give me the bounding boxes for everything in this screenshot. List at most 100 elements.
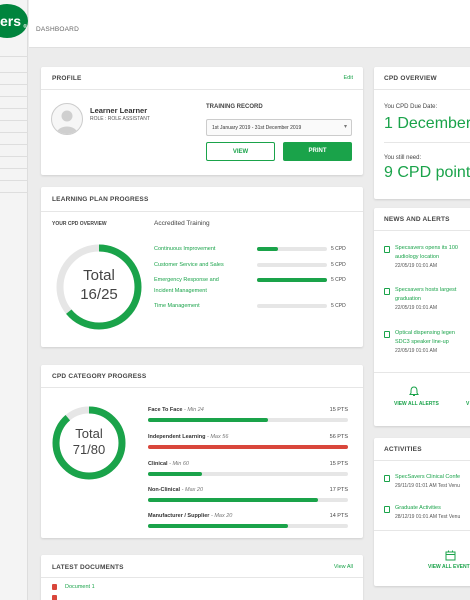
- sidebar-divider: [0, 180, 28, 181]
- category-points: 14 PTS: [329, 513, 348, 519]
- sidebar-divider: [0, 192, 28, 193]
- category-progress-fill: [148, 498, 318, 502]
- news-headline-line2[interactable]: SDC3 speaker line-up: [395, 339, 449, 345]
- view-all-news-link[interactable]: V: [466, 401, 469, 407]
- sidebar-divider: [0, 56, 28, 57]
- sidebar-divider: [0, 168, 28, 169]
- brand-logo-text: ers: [0, 13, 21, 29]
- donut-total-value: 16/25: [80, 286, 118, 303]
- category-name: Manufacturer / Supplier: [148, 513, 210, 519]
- profile-name: Learner Learner: [90, 106, 148, 115]
- news-headline[interactable]: Specsavers opens its 100: [395, 245, 458, 251]
- divider: [41, 89, 363, 90]
- category-points: 56 PTS: [329, 434, 348, 440]
- news-headline-line2[interactable]: audiology location: [395, 254, 439, 260]
- category-item: Face To Face - Min 24 15 PTS: [148, 407, 348, 422]
- divider: [374, 89, 470, 90]
- cpd-need-label: You still need:: [384, 155, 422, 161]
- pdf-icon: [52, 595, 57, 600]
- news-icon: [384, 246, 390, 253]
- pdf-icon: [52, 584, 57, 590]
- category-points: 15 PTS: [329, 407, 348, 413]
- divider: [384, 142, 470, 143]
- avatar: [51, 103, 83, 135]
- view-button[interactable]: VIEW: [206, 142, 275, 161]
- cpd-category-card: CPD CATEGORY PROGRESS Total 71/80 Face T…: [41, 365, 363, 538]
- sidebar: [0, 0, 28, 600]
- activity-meta: 29/11/19 01:01 AM Test Venu: [395, 483, 460, 489]
- news-date: 22/05/19 01:01 AM: [395, 305, 437, 311]
- latest-documents-card: LATEST DOCUMENTS View All Document 1: [41, 555, 363, 600]
- top-bar: DASHBOARD: [29, 0, 470, 48]
- category-name: Non-Clinical: [148, 487, 181, 493]
- category-progress-fill: [148, 524, 288, 528]
- sidebar-divider: [0, 96, 28, 97]
- category-limit: Min 60: [172, 461, 189, 467]
- plan-progress-track: [257, 304, 327, 308]
- accredited-training-label: Accredited Training: [154, 220, 210, 227]
- profile-title: PROFILE: [52, 75, 82, 82]
- category-limit: Max 20: [184, 487, 204, 493]
- category-item: Non-Clinical - Max 20 17 PTS: [148, 487, 348, 502]
- category-label: Independent Learning - Max 56: [148, 434, 228, 440]
- date-range-select[interactable]: 1st January 2019 - 31st December 2019 ▾: [206, 119, 352, 136]
- category-points: 15 PTS: [329, 461, 348, 467]
- divider: [41, 387, 363, 388]
- chevron-down-icon: ▾: [343, 124, 347, 130]
- news-date: 22/05/19 01:01 AM: [395, 263, 437, 269]
- sidebar-divider: [0, 72, 28, 73]
- divider: [374, 460, 470, 461]
- plan-item-cpd: 5 CPD: [331, 246, 346, 252]
- category-name: Independent Learning: [148, 434, 206, 440]
- activity-title[interactable]: Graduate Activities: [395, 505, 441, 511]
- news-headline-line2[interactable]: graduation: [395, 296, 421, 302]
- learning-plan-card: LEARNING PLAN PROGRESS YOUR CPD OVERVIEW…: [41, 187, 363, 347]
- category-item: Manufacturer / Supplier - Max 20 14 PTS: [148, 513, 348, 528]
- category-progress-fill: [148, 445, 348, 449]
- profile-edit-link[interactable]: Edit: [344, 75, 353, 81]
- plan-progress-track: [257, 263, 327, 267]
- brand-logo[interactable]: ers ®: [0, 4, 28, 38]
- news-icon: [384, 288, 390, 295]
- category-progress-track: [148, 445, 348, 449]
- latest-documents-title: LATEST DOCUMENTS: [52, 564, 124, 571]
- plan-item-label[interactable]: Customer Service and Sales: [154, 262, 224, 268]
- event-icon: [384, 506, 390, 513]
- plan-item-label-line2[interactable]: Incident Management: [154, 288, 207, 294]
- category-item: Clinical - Min 60 15 PTS: [148, 461, 348, 476]
- plan-item-label[interactable]: Emergency Response and: [154, 277, 219, 283]
- category-label: Clinical - Min 60: [148, 461, 189, 467]
- category-name: Clinical: [148, 461, 168, 467]
- plan-item-cpd: 5 CPD: [331, 262, 346, 268]
- documents-view-all-link[interactable]: View All: [334, 564, 353, 570]
- category-label: Non-Clinical - Max 20: [148, 487, 203, 493]
- category-points: 17 PTS: [329, 487, 348, 493]
- sidebar-divider: [0, 132, 28, 133]
- donut-total-label: Total: [83, 267, 115, 284]
- category-progress-track: [148, 498, 348, 502]
- learning-plan-donut: Total 16/25: [55, 243, 143, 331]
- plan-item-cpd: 5 CPD: [331, 303, 346, 309]
- activity-meta: 28/12/19 01:01 AM Test Venu: [395, 514, 461, 520]
- plan-item-cpd: 5 CPD: [331, 277, 346, 283]
- category-limit: Max 20: [214, 513, 233, 519]
- plan-item-label[interactable]: Time Management: [154, 303, 200, 309]
- category-item: Independent Learning - Max 56 56 PTS: [148, 434, 348, 449]
- news-headline[interactable]: Specsavers hosts largest: [395, 287, 456, 293]
- training-record-label: TRAINING RECORD: [206, 104, 263, 110]
- cpd-need-value: 9 CPD point: [384, 164, 470, 181]
- divider: [41, 211, 363, 212]
- donut-total-value: 71/80: [72, 442, 106, 457]
- category-progress-track: [148, 524, 348, 528]
- news-headline[interactable]: Optical dispensing legen: [395, 330, 455, 336]
- view-all-alerts-link[interactable]: VIEW ALL ALERTS: [394, 401, 439, 407]
- view-all-events-link[interactable]: VIEW ALL EVENT: [428, 564, 470, 570]
- category-progress-fill: [148, 472, 202, 476]
- activity-title[interactable]: SpecSavers Clinical Confe: [395, 474, 460, 480]
- learning-plan-title: LEARNING PLAN PROGRESS: [52, 196, 149, 203]
- news-date: 22/05/19 01:01 AM: [395, 348, 437, 354]
- plan-item-label[interactable]: Continuous Improvement: [154, 246, 215, 252]
- print-button[interactable]: PRINT: [283, 142, 352, 161]
- activities-card: ACTIVITIES SpecSavers Clinical Confe 29/1…: [374, 438, 470, 586]
- document-link[interactable]: Document 1: [65, 584, 95, 590]
